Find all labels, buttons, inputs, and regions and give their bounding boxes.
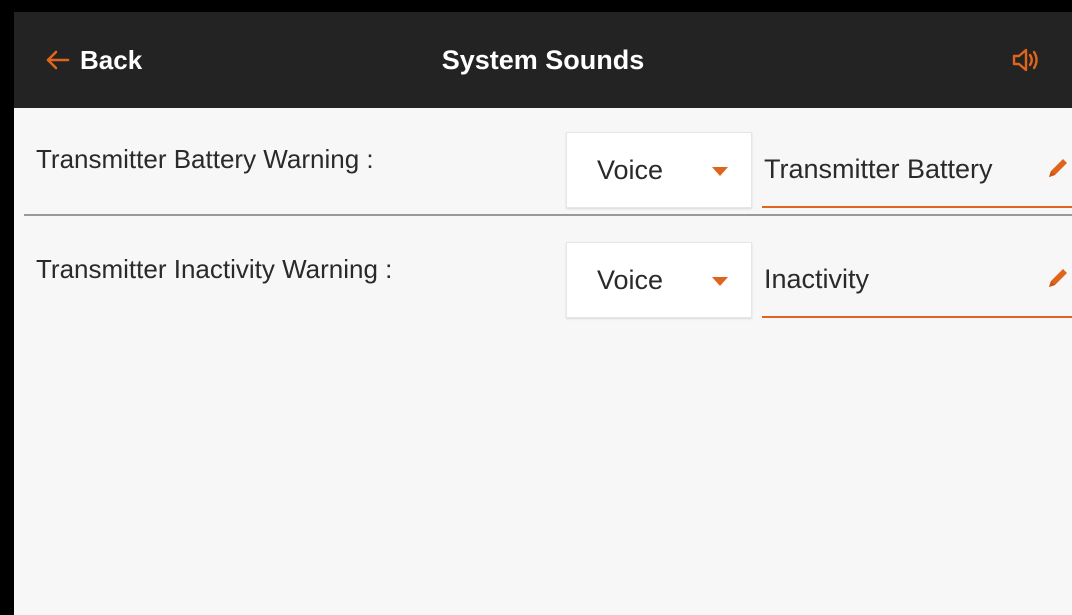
mode-dropdown[interactable]: Voice — [566, 242, 752, 318]
setting-label: Transmitter Battery Warning : — [36, 144, 374, 174]
caret-down-icon — [711, 274, 729, 292]
row-divider — [24, 214, 1072, 216]
pencil-icon[interactable] — [1044, 156, 1070, 187]
device-screen: Back System Sounds Transmitter Battery W… — [14, 12, 1072, 615]
page-title: System Sounds — [441, 45, 645, 75]
setting-row-battery-warning: Transmitter Battery Warning : Voice Tran… — [14, 108, 1072, 216]
header-bar: Back System Sounds — [14, 12, 1072, 108]
field-underline — [762, 206, 1072, 208]
sound-name-value: Inactivity — [764, 264, 870, 294]
sound-name-value: Transmitter Battery — [764, 154, 993, 184]
mode-dropdown-value: Voice — [597, 155, 664, 185]
speaker-volume-icon — [1008, 48, 1044, 82]
setting-row-inactivity-warning: Transmitter Inactivity Warning : Voice I… — [14, 218, 1072, 326]
sound-name-field[interactable]: Transmitter Battery — [762, 132, 1072, 210]
caret-down-icon — [711, 164, 729, 182]
back-label: Back — [80, 44, 143, 75]
arrow-left-icon — [44, 49, 70, 71]
field-underline — [762, 316, 1072, 318]
mode-dropdown[interactable]: Voice — [566, 132, 752, 208]
sound-name-field[interactable]: Inactivity — [762, 242, 1072, 320]
sound-button[interactable] — [1008, 42, 1044, 78]
back-button[interactable]: Back — [44, 40, 142, 80]
setting-label: Transmitter Inactivity Warning : — [36, 254, 393, 284]
pencil-icon[interactable] — [1044, 266, 1070, 297]
mode-dropdown-value: Voice — [597, 265, 664, 295]
